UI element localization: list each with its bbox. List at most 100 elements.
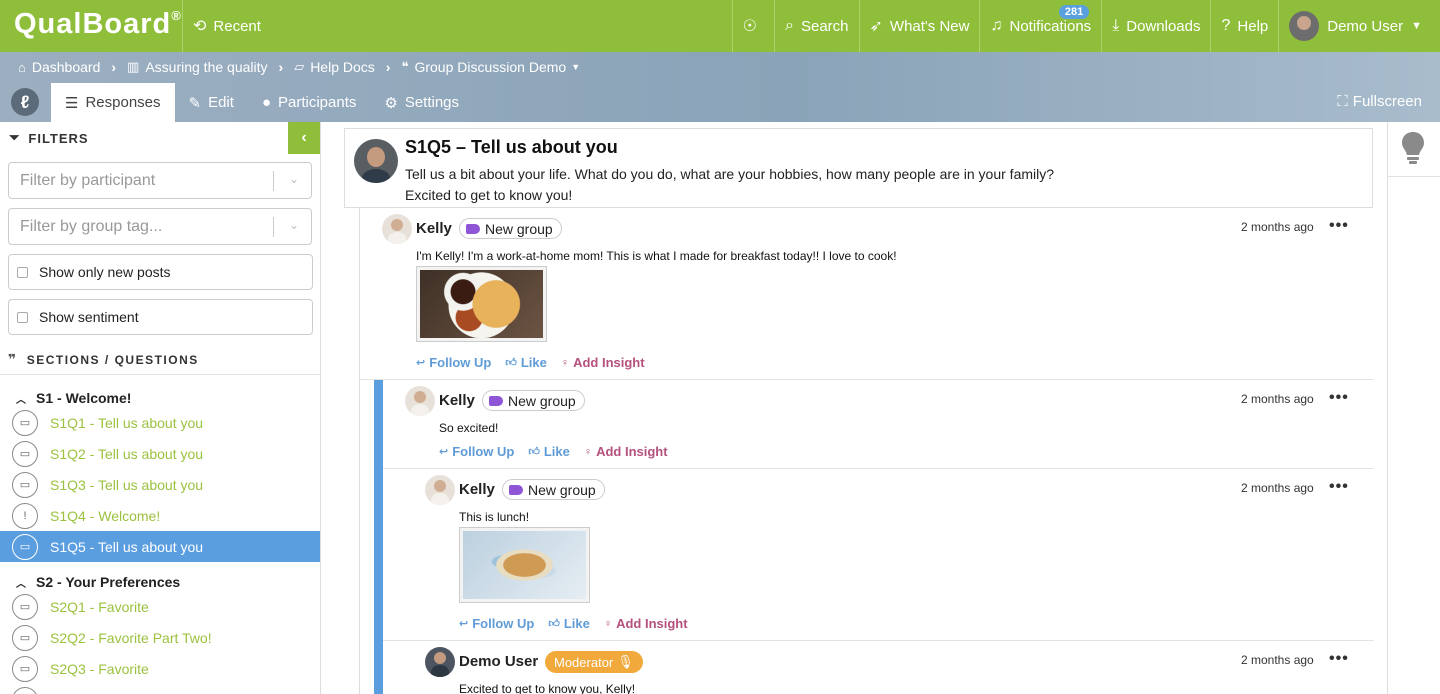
show-new-posts-checkbox[interactable]: Show only new posts	[8, 254, 313, 290]
question-s1q5[interactable]: ▭ S1Q5 - Tell us about you	[0, 531, 320, 562]
filter-icon: ⏷	[9, 130, 21, 145]
participant-filter-select[interactable]: Filter by participant ⌄	[8, 162, 312, 199]
participant-avatar	[382, 214, 412, 244]
breakfast-image	[420, 270, 543, 338]
response-post: Kelly New group 2 months ago ••• So exci…	[383, 380, 1374, 469]
lunch-image	[463, 531, 586, 599]
tag-icon	[509, 484, 523, 495]
caret-down-icon: ▼	[1411, 20, 1422, 32]
recent-button[interactable]: ⟲ Recent	[182, 0, 271, 52]
question-circle-icon: ?	[1221, 17, 1231, 34]
thumbs-up-icon: 👍︎	[505, 357, 517, 369]
breadcrumb-discussion[interactable]: ❝ Group Discussion Demo ▼	[401, 59, 580, 75]
search-button[interactable]: ⌕ Search	[774, 0, 859, 52]
home-icon: ⌂	[18, 59, 26, 75]
like-button[interactable]: 👍︎ Like	[528, 444, 570, 459]
question-card: S1Q5 – Tell us about you Tell us a bit a…	[344, 128, 1373, 208]
comment-icon: ▭	[12, 624, 38, 651]
whats-new-button[interactable]: ➶ What's New	[858, 0, 980, 52]
lightbulb-icon: ♀	[603, 617, 613, 630]
downloads-button[interactable]: ⤓ Downloads	[1101, 0, 1210, 52]
breadcrumb-separator: ›	[385, 59, 391, 75]
thumbs-up-icon: 👍︎	[548, 618, 560, 630]
question-s2q2[interactable]: ▭ S2Q2 - Favorite Part Two!	[0, 622, 320, 653]
question-s1q3[interactable]: ▭ S1Q3 - Tell us about you	[0, 469, 320, 500]
caret-down-icon: ▼	[571, 62, 581, 72]
like-button[interactable]: 👍︎ Like	[548, 616, 590, 631]
participant-name[interactable]: Kelly	[416, 220, 452, 237]
question-text: Tell us a bit about your life. What do y…	[405, 166, 1055, 203]
moderator-badge: Moderator 🎙︎	[545, 651, 643, 673]
qualboard-logo[interactable]: QualBoard®	[0, 0, 182, 52]
group-tag[interactable]: New group	[502, 479, 605, 500]
chevron-up-icon: ︿	[16, 578, 26, 590]
section-s1-toggle[interactable]: ︿ S1 - Welcome!	[16, 390, 131, 406]
breakfast-photo[interactable]	[416, 266, 547, 342]
section-s2-toggle[interactable]: ︿ S2 - Your Preferences	[16, 574, 180, 590]
group-tag[interactable]: New group	[482, 390, 585, 411]
tab-settings[interactable]: ⚙ Settings	[370, 83, 473, 122]
question-s1q2[interactable]: ▭ S1Q2 - Tell us about you	[0, 438, 320, 469]
follow-up-button[interactable]: ↩ Follow Up	[459, 616, 534, 631]
question-s1q1[interactable]: ▭ S1Q1 - Tell us about you	[0, 407, 320, 438]
collapse-sidebar-button[interactable]: ‹	[288, 122, 320, 154]
group-tag-filter-select[interactable]: Filter by group tag... ⌄	[8, 208, 312, 245]
tab-responses[interactable]: ☰ Responses	[51, 83, 175, 122]
lightbulb-icon[interactable]	[1400, 131, 1426, 165]
add-insight-button[interactable]: ♀ Add Insight	[561, 355, 645, 370]
breadcrumb-folder[interactable]: ▱ Help Docs	[294, 59, 375, 75]
tab-edit[interactable]: ✎ Edit	[175, 83, 248, 122]
fullscreen-button[interactable]: ⛶ Fullscreen	[1337, 93, 1422, 110]
user-menu-button[interactable]: Demo User ▼	[1278, 0, 1440, 52]
gear-icon: ⚙	[384, 94, 398, 112]
tag-icon	[489, 395, 503, 406]
lunch-photo[interactable]	[459, 527, 590, 603]
divider	[0, 374, 320, 375]
reply-icon: ↩	[416, 357, 426, 369]
discussion-icon: ❝	[401, 59, 409, 74]
participant-name[interactable]: Kelly	[459, 481, 495, 498]
help-button[interactable]: ? Help	[1210, 0, 1278, 52]
more-options-icon[interactable]: •••	[1329, 650, 1349, 668]
checkbox-box[interactable]	[17, 311, 28, 323]
question-s1q4[interactable]: ! S1Q4 - Welcome!	[0, 500, 320, 531]
fingerprint-button[interactable]: ☉	[731, 0, 774, 52]
checkbox-box[interactable]	[17, 266, 28, 278]
more-options-icon[interactable]: •••	[1329, 389, 1349, 407]
building-icon: ▥	[127, 59, 140, 74]
follow-up-button[interactable]: ↩ Follow Up	[439, 444, 514, 459]
more-options-icon[interactable]: •••	[1329, 217, 1349, 235]
comments-icon: ❞	[8, 351, 18, 367]
more-options-icon[interactable]: •••	[1329, 478, 1349, 496]
post-actions: ↩ Follow Up 👍︎ Like ♀ Add Insight	[439, 444, 668, 459]
divider	[1388, 176, 1440, 177]
response-post: Kelly New group 2 months ago ••• I'm Kel…	[360, 208, 1374, 380]
moderator-avatar	[354, 139, 398, 183]
comment-icon: ▭	[12, 440, 38, 467]
breadcrumb-separator: ›	[111, 59, 117, 75]
question-s2q3[interactable]: ▭ S2Q3 - Favorite	[0, 653, 320, 684]
question-s2q1[interactable]: ▭ S2Q1 - Favorite	[0, 591, 320, 622]
thumbs-up-icon: 👍︎	[528, 446, 540, 458]
follow-up-button[interactable]: ↩ Follow Up	[416, 355, 491, 370]
participant-name[interactable]: Demo User	[459, 653, 538, 670]
notifications-button[interactable]: ♫ Notifications 281	[979, 0, 1101, 52]
participant-avatar	[405, 386, 435, 416]
show-sentiment-checkbox[interactable]: Show sentiment	[8, 299, 313, 335]
group-tag[interactable]: New group	[459, 218, 562, 239]
like-button[interactable]: 👍︎ Like	[505, 355, 547, 370]
comment-icon: ▭	[12, 655, 38, 682]
participant-name[interactable]: Kelly	[439, 392, 475, 409]
tab-participants[interactable]: ● Participants	[248, 83, 370, 122]
add-insight-button[interactable]: ♀ Add Insight	[604, 616, 688, 631]
post-timestamp: 2 months ago	[1241, 653, 1314, 667]
filters-heading: ⏷ FILTERS	[9, 130, 89, 146]
lightbulb-icon: ♀	[560, 356, 570, 369]
question-next[interactable]: ▭	[0, 684, 320, 694]
expand-icon: ⛶	[1337, 93, 1348, 110]
breadcrumb-separator: ›	[278, 59, 284, 75]
breadcrumb-dashboard[interactable]: ⌂ Dashboard	[18, 59, 100, 75]
breadcrumb-project[interactable]: ▥ Assuring the quality	[127, 59, 267, 75]
add-insight-button[interactable]: ♀ Add Insight	[584, 444, 668, 459]
post-timestamp: 2 months ago	[1241, 392, 1314, 406]
